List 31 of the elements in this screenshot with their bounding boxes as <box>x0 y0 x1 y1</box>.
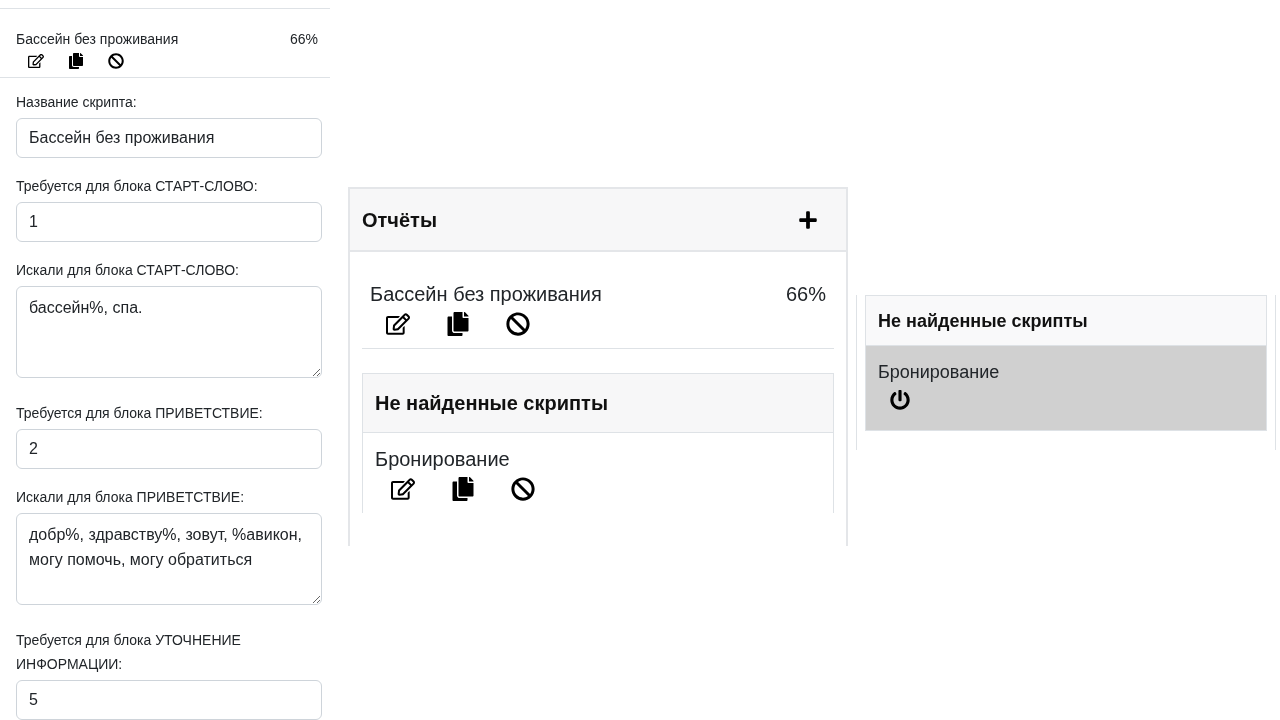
copy-icon[interactable] <box>68 53 84 69</box>
block-icon[interactable] <box>506 312 530 336</box>
copy-icon[interactable] <box>451 477 475 501</box>
block-icon[interactable] <box>108 53 124 69</box>
script-name: Бронирование <box>878 361 1001 384</box>
input-field[interactable]: 5 <box>16 680 322 720</box>
script-name: Бассейн без проживания <box>16 30 179 49</box>
input-field[interactable]: 2 <box>16 429 322 469</box>
field-label: Название скрипта: <box>16 93 138 112</box>
copy-icon[interactable] <box>446 312 470 336</box>
percent-text: 66% <box>289 30 318 49</box>
card-title: Не найденные скрипты <box>375 391 608 416</box>
text-area[interactable]: бассейн%, спа. <box>16 286 322 378</box>
text-area[interactable]: добр%, здравству%, зовут, %авикон, могу помочь, могу обратиться <box>16 513 322 605</box>
field-label: Требуется для блока УТОЧНЕНИЕ ИНФОРМАЦИИ: <box>16 631 242 674</box>
field-label: Искали для блока ПРИВЕТСТВИЕ: <box>16 488 246 507</box>
edit-icon[interactable] <box>391 477 415 501</box>
card-title: Не найденные скрипты <box>878 309 1088 333</box>
script-name: Бронирование <box>375 447 511 472</box>
input-field[interactable]: 1 <box>16 202 322 242</box>
script-name: Бассейн без проживания <box>370 282 602 307</box>
field-label: Искали для блока СТАРТ-СЛОВО: <box>16 261 240 280</box>
input-field[interactable]: Бассейн без проживания <box>16 118 322 158</box>
edit-icon[interactable] <box>386 312 410 336</box>
field-label: Требуется для блока СТАРТ-СЛОВО: <box>16 177 259 196</box>
panel-title: Отчёты <box>362 207 437 233</box>
field-label: Требуется для блока ПРИВЕТСТВИЕ: <box>16 404 264 423</box>
add-icon[interactable] <box>798 209 818 230</box>
block-icon[interactable] <box>511 477 535 501</box>
percent-text: 66% <box>785 282 826 307</box>
edit-icon[interactable] <box>28 53 44 69</box>
